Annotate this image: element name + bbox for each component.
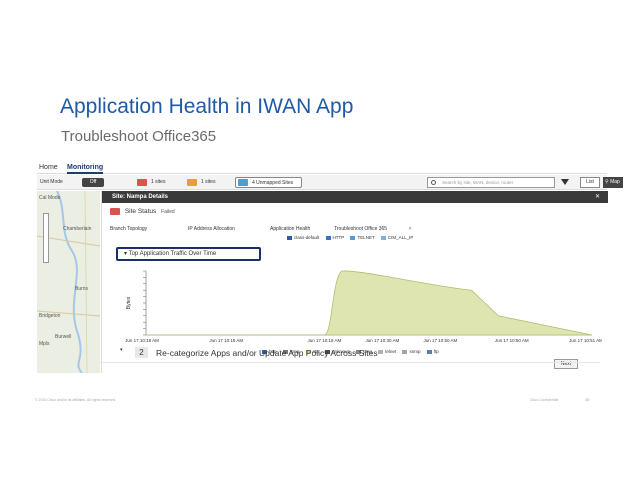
tab-application-health[interactable]: Application Health xyxy=(270,226,310,232)
expand-triangle-icon: ▾ xyxy=(120,347,123,353)
map-place: Burns xyxy=(75,286,89,292)
map-place: Cal Mode xyxy=(39,195,61,201)
x-tick-label: Jun 17 10:50 AM xyxy=(495,338,529,343)
page-number: 36 xyxy=(585,397,590,402)
top-nav: Home Monitoring xyxy=(37,160,607,174)
slide: Application Health in IWAN App Troublesh… xyxy=(0,0,638,493)
search-input[interactable]: Search by site, WAN, device, router xyxy=(427,177,555,188)
view-mode-label: Unit Mode xyxy=(40,179,63,185)
search-placeholder: Search by site, WAN, device, router xyxy=(442,180,514,185)
x-tick-label: Jun 17 10:18 AM xyxy=(308,338,342,343)
site-status-row: Site Status Failed xyxy=(110,208,175,215)
tab-troubleshoot-office365[interactable]: Troubleshoot Office 365 xyxy=(334,226,387,232)
series-area-ntp xyxy=(146,270,593,336)
copyright-footer: © 2015 Cisco and/or its affiliates. All … xyxy=(35,398,116,402)
site-status-icon xyxy=(110,208,120,215)
top-app-traffic-section[interactable]: ▾ Top Application Traffic Over Time xyxy=(116,247,261,261)
list-view-button[interactable]: List xyxy=(580,177,600,188)
map-place: Burwell xyxy=(55,334,72,340)
step-label: Re-categorize Apps and/or Update App Pol… xyxy=(156,348,378,358)
y-axis-label: Bytes xyxy=(126,296,132,309)
x-tick-label: Jun 17 10:51 AM xyxy=(569,338,602,343)
site-status-label: Site Status xyxy=(124,208,157,216)
tab-ip-address-allocation[interactable]: IP Address Allocation xyxy=(188,226,235,232)
legend-swatch xyxy=(380,235,386,240)
map-zoom-slider[interactable] xyxy=(43,213,49,263)
legend-label: HTTP xyxy=(332,235,345,240)
search-icon xyxy=(431,180,436,185)
confidential-footer: Cisco Confidential xyxy=(530,398,559,402)
unmapped-sites-label: 4 Unmapped Sites xyxy=(252,180,294,186)
expand-triangle-icon: ▾ xyxy=(124,251,128,257)
iwan-app-window: Home Monitoring Unit Mode Off 1 sites 1 … xyxy=(37,160,623,373)
filter-icon[interactable] xyxy=(561,179,569,185)
toolbar: Unit Mode Off 1 sites 1 sites 4 Unmapped… xyxy=(37,175,623,190)
panel-header: Site: Nampa Details ✕ xyxy=(102,191,608,203)
nav-monitoring[interactable]: Monitoring xyxy=(67,164,104,174)
x-tick-label: Jun 17 10:30 AM xyxy=(365,338,399,343)
traffic-area-chart: Bytes Jun 17 10:18 AM Jun 17 10:18 AM Jun 1… xyxy=(125,270,602,343)
class-legend: class-default HTTP TELNET CIM_ALL_IP xyxy=(282,235,413,240)
map-view-label: Map xyxy=(610,179,620,185)
legend-label: TELNET xyxy=(357,235,375,240)
warning-site-icon[interactable] xyxy=(187,179,197,186)
section-label: Top Application Traffic Over Time xyxy=(128,251,217,257)
warning-site-count: 1 sites xyxy=(201,179,216,185)
step-2-row[interactable]: ▾ 2 Re-categorize Apps and/or Update App… xyxy=(120,346,600,360)
map-view-button[interactable]: ⚲ Map xyxy=(603,177,623,188)
x-tick-label: Jun 17 10:50 AM xyxy=(423,338,457,343)
view-mode-toggle[interactable]: Off xyxy=(82,178,104,187)
step-number-badge: 2 xyxy=(135,347,148,358)
legend-swatch xyxy=(287,235,292,240)
slide-title: Application Health in IWAN App xyxy=(60,95,354,118)
slide-subtitle: Troubleshoot Office365 xyxy=(61,128,217,145)
map-place: Chamberlain xyxy=(63,226,92,232)
tab-close-icon[interactable]: ✕ xyxy=(408,226,412,232)
map-view[interactable]: Cal Mode Chamberlain Burns Bridgeton Bur… xyxy=(37,191,100,373)
map-place: Mpls xyxy=(39,341,50,347)
unmapped-site-icon xyxy=(238,179,248,186)
divider xyxy=(100,362,600,363)
x-tick-label: Jun 17 10:18 AM xyxy=(125,338,159,343)
close-icon[interactable]: ✕ xyxy=(595,191,600,203)
map-place: Bridgeton xyxy=(39,313,61,319)
nav-home[interactable]: Home xyxy=(39,164,58,171)
legend-swatch xyxy=(325,235,331,240)
legend-swatch xyxy=(350,235,356,240)
failed-site-count: 1 sites xyxy=(151,179,166,185)
site-status-value: Failed xyxy=(161,209,175,216)
x-tick-label: Jun 17 10:18 AM xyxy=(209,338,243,343)
legend-label: class-default xyxy=(294,235,320,240)
panel-title: Site: Nampa Details xyxy=(112,194,169,200)
tab-branch-topology[interactable]: Branch Topology xyxy=(110,226,147,232)
unmapped-sites-button[interactable]: 4 Unmapped Sites xyxy=(235,177,302,188)
legend-label: CIM_ALL_IP xyxy=(387,235,414,240)
next-button[interactable]: Next xyxy=(554,359,578,369)
failed-site-icon[interactable] xyxy=(137,179,147,186)
